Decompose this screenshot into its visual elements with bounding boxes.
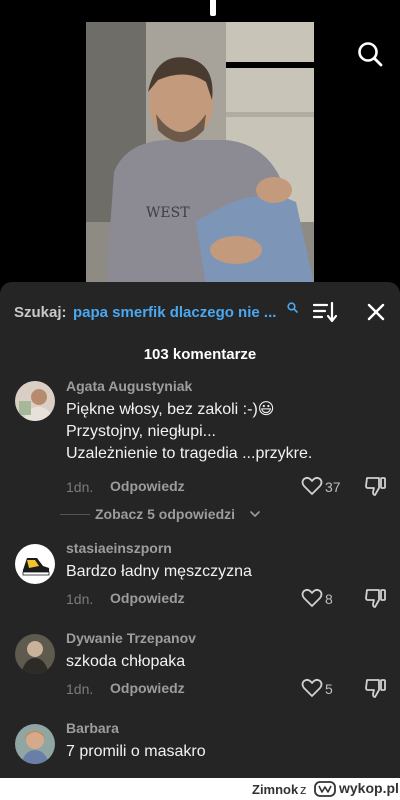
dislike-icon[interactable]: [364, 587, 388, 609]
top-indicator: [210, 0, 216, 16]
reply-button[interactable]: Odpowiedz: [110, 680, 185, 696]
view-replies-button[interactable]: Zobacz 5 odpowiedzi: [95, 506, 235, 522]
search-row: Szukaj: papa smerfik dlaczego nie ...: [0, 282, 400, 340]
sneaker-avatar-icon: [15, 544, 55, 584]
avatar[interactable]: [15, 724, 55, 764]
reply-button[interactable]: Odpowiedz: [110, 478, 185, 494]
footer-from: z: [300, 782, 307, 797]
video-player[interactable]: WEST: [0, 0, 400, 282]
avatar-photo-icon: [15, 724, 55, 764]
heart-icon[interactable]: [301, 678, 323, 698]
search-query-link[interactable]: papa smerfik dlaczego nie ...: [73, 304, 276, 321]
comment-time: 1dn.: [66, 479, 94, 495]
avatar[interactable]: [15, 634, 55, 674]
sort-icon[interactable]: [312, 300, 338, 324]
search-label: Szukaj:: [14, 304, 67, 321]
heart-icon[interactable]: [301, 588, 323, 608]
footer-domain: wykop.pl: [339, 780, 399, 796]
reply-button[interactable]: Odpowiedz: [110, 590, 185, 606]
comment-text-line: 7 promili o masakro: [66, 743, 206, 760]
avatar-photo-icon: [15, 634, 55, 674]
svg-text:WEST: WEST: [146, 205, 190, 221]
avatar[interactable]: [15, 381, 55, 421]
video-thumbnail[interactable]: WEST: [86, 22, 314, 282]
comment-time: 1dn.: [66, 591, 94, 607]
comments-panel: Szukaj: papa smerfik dlaczego nie ... 10…: [0, 282, 400, 778]
like-count: 8: [325, 591, 333, 607]
wykop-logo-icon: [314, 781, 336, 797]
comment-text-line: Uzależnienie to tragedia ...przykre.: [66, 445, 313, 462]
comment-text-line: Bardzo ładny męszczyzna: [66, 563, 252, 580]
like-count: 5: [325, 681, 333, 697]
search-icon: [287, 302, 298, 313]
comment-text-line: Przystojny, niegłupi...: [66, 423, 216, 440]
avatar-photo-icon: [15, 381, 55, 421]
comment-text-line: szkoda chłopaka: [66, 653, 186, 670]
dislike-icon[interactable]: [364, 475, 388, 497]
close-icon[interactable]: [364, 300, 388, 324]
view-replies-row[interactable]: Zobacz 5 odpowiedzi: [0, 500, 400, 530]
comment-author[interactable]: Barbara: [66, 720, 119, 736]
comment-author[interactable]: Dywanie Trzepanov: [66, 630, 196, 646]
man-photo-icon: WEST: [86, 22, 314, 282]
dislike-icon[interactable]: [364, 677, 388, 699]
comment-time: 1dn.: [66, 681, 94, 697]
heart-icon[interactable]: [301, 476, 323, 496]
comment-author[interactable]: stasiaeinszporn: [66, 540, 172, 556]
avatar[interactable]: [15, 544, 55, 584]
footer-username: Zimnok: [252, 782, 299, 797]
like-count: 37: [325, 479, 341, 495]
comment-text-line: Piękne włosy, bez zakoli :-)😃: [66, 401, 275, 418]
replies-divider: [60, 514, 90, 515]
comments-count: 103 komentarze: [143, 346, 257, 363]
watermark-bar: Zimnok z wykop.pl: [0, 778, 400, 800]
search-icon[interactable]: [356, 40, 384, 68]
comment-author[interactable]: Agata Augustyniak: [66, 378, 192, 394]
chevron-down-icon: [250, 511, 260, 517]
